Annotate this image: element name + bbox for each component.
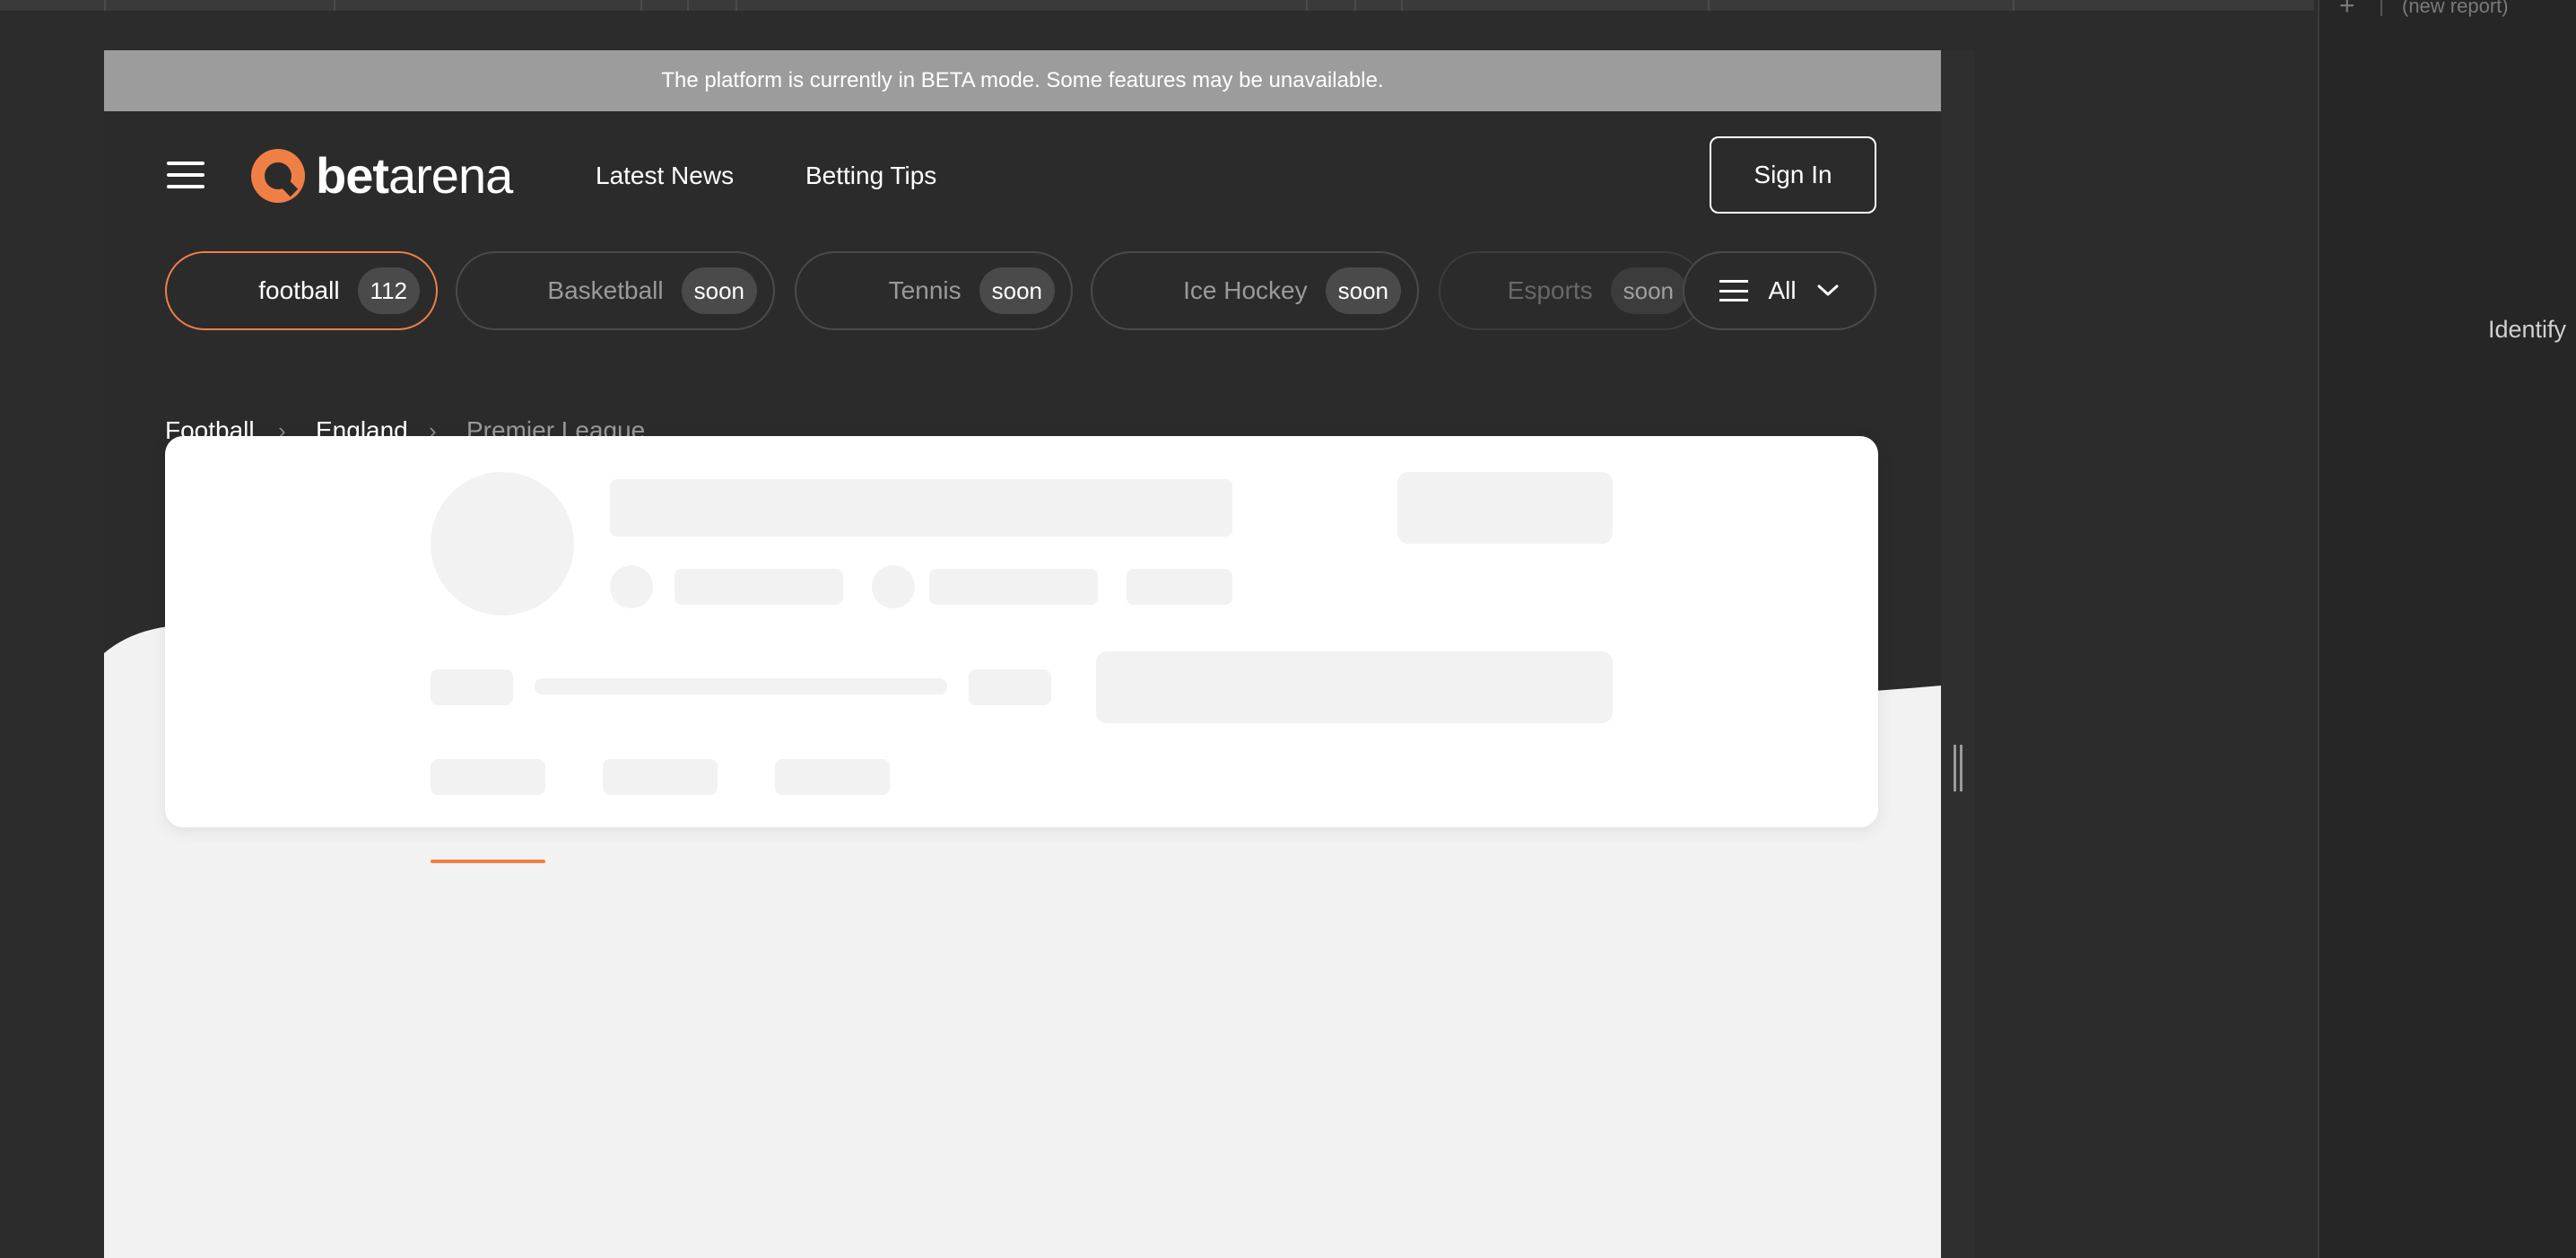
meta-placeholder <box>929 569 1098 605</box>
add-report-icon[interactable]: + <box>2339 0 2355 22</box>
league-logo-placeholder <box>431 472 574 616</box>
tab-placeholder[interactable] <box>775 759 890 795</box>
strip-divider <box>334 0 335 11</box>
strip-divider <box>104 0 106 11</box>
active-tab-indicator <box>431 860 545 863</box>
progress-placeholder <box>535 678 947 695</box>
meta-placeholder <box>674 569 843 605</box>
devtools-side-panel: + (new report) Identify <box>2318 0 2576 1258</box>
soon-badge: soon <box>681 267 757 314</box>
strip-divider <box>687 0 689 11</box>
league-info-card-skeleton <box>165 436 1878 863</box>
selector-placeholder <box>1096 651 1613 723</box>
strip-divider <box>1401 0 1403 11</box>
season-label-placeholder <box>431 669 513 705</box>
soon-badge: soon <box>1610 267 1686 314</box>
nav-betting-tips[interactable]: Betting Tips <box>805 158 936 194</box>
strip-divider <box>1708 0 1710 11</box>
strip-divider <box>2013 0 2015 11</box>
all-label: All <box>1768 276 1797 304</box>
sport-label: Basketball <box>547 276 664 304</box>
strip-divider <box>1354 0 1356 11</box>
browser-top-strip <box>0 0 2314 11</box>
identify-label: Identify <box>2488 316 2567 343</box>
new-report-tab[interactable]: (new report) <box>2402 0 2509 18</box>
sport-tab-ice-hockey[interactable]: Ice Hockey soon <box>1091 251 1419 330</box>
sport-label: football <box>258 276 340 304</box>
flag-placeholder <box>610 565 653 608</box>
sport-tab-tennis[interactable]: Tennis soon <box>795 251 1073 330</box>
season-label-placeholder <box>969 669 1051 705</box>
strip-divider <box>735 0 737 11</box>
tab-placeholder[interactable] <box>431 759 545 795</box>
panel-divider <box>2380 0 2382 16</box>
sport-tab-football[interactable]: football 112 <box>165 251 438 330</box>
beta-banner: The platform is currently in BETA mode. … <box>104 50 1941 111</box>
chevron-down-icon <box>1817 284 1839 296</box>
strip-divider <box>640 0 642 11</box>
soon-badge: soon <box>1325 267 1401 314</box>
tab-placeholder[interactable] <box>603 759 718 795</box>
sport-tab-basketball[interactable]: Basketball soon <box>456 251 775 330</box>
sport-label: Esports <box>1507 276 1593 304</box>
sport-label: Tennis <box>888 276 962 304</box>
action-placeholder <box>1397 472 1613 544</box>
menu-icon[interactable] <box>167 162 205 188</box>
nav-latest-news[interactable]: Latest News <box>596 158 734 194</box>
sport-count-badge: 112 <box>357 267 420 314</box>
resize-handle[interactable] <box>1954 745 1962 791</box>
meta-placeholder <box>1127 569 1232 605</box>
betarena-logo-icon[interactable] <box>251 149 305 203</box>
strip-divider <box>1306 0 1308 11</box>
sport-label: Ice Hockey <box>1183 276 1308 304</box>
title-placeholder <box>610 479 1232 537</box>
list-icon <box>1719 280 1749 301</box>
resize-gutter <box>1941 50 1975 1258</box>
sport-tab-esports[interactable]: Esports soon <box>1439 251 1704 330</box>
soon-badge: soon <box>979 267 1055 314</box>
icon-placeholder <box>872 565 915 608</box>
sign-in-button[interactable]: Sign In <box>1710 136 1876 214</box>
all-sports-dropdown[interactable]: All <box>1683 251 1876 330</box>
page-viewport: The platform is currently in BETA mode. … <box>104 50 1941 1258</box>
betarena-logo[interactable]: betarena <box>316 140 513 212</box>
